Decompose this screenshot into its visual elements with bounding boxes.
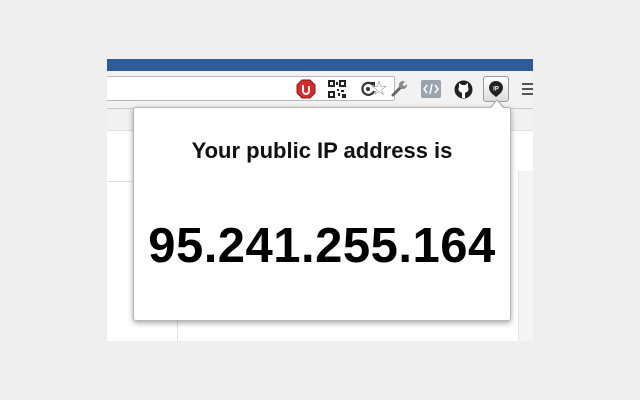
address-bar[interactable]: ☆ <box>107 76 395 101</box>
github-icon[interactable] <box>452 78 474 100</box>
ip-address-icon: IP <box>489 81 503 97</box>
refresh-arrows-icon[interactable] <box>357 78 379 100</box>
qr-code-icon[interactable] <box>326 78 348 100</box>
popup-heading: Your public IP address is <box>191 138 453 163</box>
wrench-icon[interactable] <box>388 78 410 100</box>
ip-button-label: IP <box>493 87 499 93</box>
code-icon[interactable] <box>420 78 442 100</box>
ip-address-value: 95.241.255.164 <box>148 219 496 273</box>
scrollbar[interactable] <box>518 171 533 341</box>
window-titlebar <box>107 59 533 71</box>
browser-toolbar: ☆ IP <box>107 71 533 109</box>
ip-popup: Your public IP address is 95.241.255.164 <box>133 107 511 321</box>
stop-sign-icon[interactable] <box>295 78 317 100</box>
menu-icon[interactable] <box>522 83 533 95</box>
popup-pointer-fill <box>490 101 504 109</box>
